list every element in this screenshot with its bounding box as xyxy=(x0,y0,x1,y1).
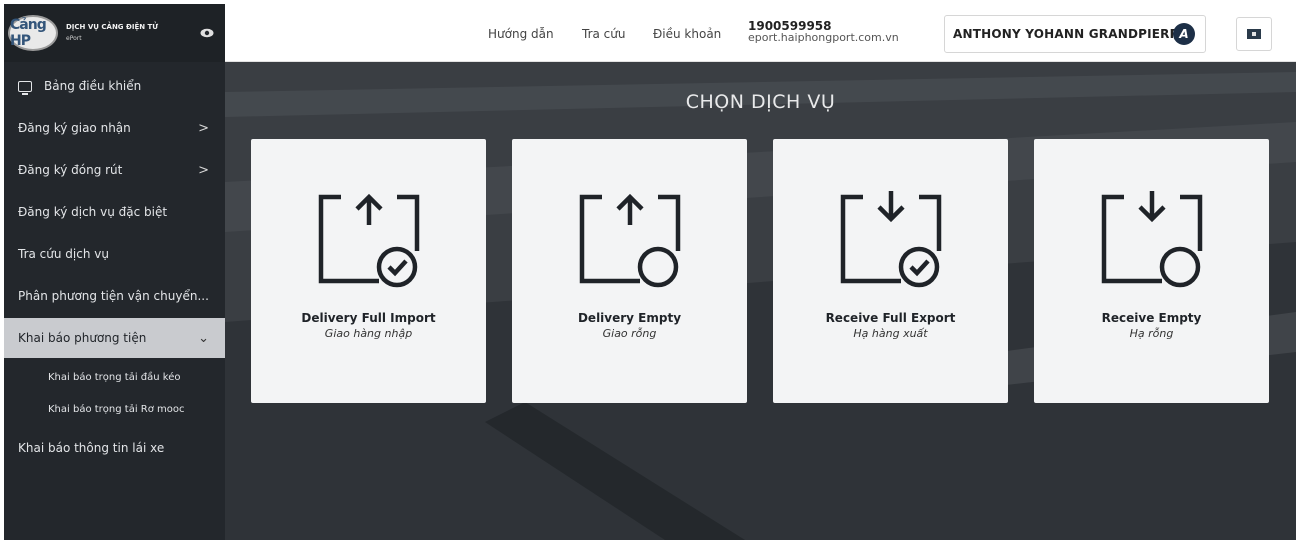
nav-link-terms[interactable]: Điều khoản xyxy=(653,27,721,41)
sidebar-item-label: Đăng ký dịch vụ đặc biệt xyxy=(18,205,168,219)
card-title: Delivery Full Import xyxy=(301,311,436,325)
sidebar-item-dashboard[interactable]: Bảng điều khiển xyxy=(4,66,225,106)
sidebar-item-label: Khai báo phương tiện xyxy=(18,331,147,345)
box-arrow-down-circle-icon xyxy=(1101,191,1203,288)
sidebar-item-vehicle-declaration[interactable]: Khai báo phương tiện ⌄ xyxy=(4,318,225,358)
brand-subtitle: ePort xyxy=(66,35,82,42)
hotline: 1900599958 eport.haiphongport.com.vn xyxy=(748,20,899,44)
box-arrow-up-circle-icon xyxy=(579,193,681,288)
brand-text: DỊCH VỤ CẢNG ĐIỆN TỬ ePort xyxy=(66,22,158,44)
main-content: CHỌN DỊCH VỤ Delivery Full Import Giao h… xyxy=(225,62,1296,540)
sidebar: Cảng HP DỊCH VỤ CẢNG ĐIỆN TỬ ePort Bảng … xyxy=(4,4,225,540)
sidebar-item-register-delivery[interactable]: Đăng ký giao nhận > xyxy=(4,108,225,148)
card-title: Delivery Empty xyxy=(577,311,682,325)
card-subtitle: Hạ rỗng xyxy=(1129,327,1174,340)
sidebar-item-label: Tra cứu dịch vụ xyxy=(18,247,109,261)
sidebar-item-label: Phân phương tiện vận chuyển... xyxy=(18,289,209,303)
logo-text: Cảng HP xyxy=(10,17,47,49)
user-name: ANTHONY YOHANN GRANDPIERRE xyxy=(953,27,1188,41)
brand-title: DỊCH VỤ CẢNG ĐIỆN TỬ xyxy=(66,23,159,31)
card-subtitle: Hạ hàng xuất xyxy=(853,327,928,340)
card-subtitle: Giao hàng nhập xyxy=(324,327,413,340)
sidebar-item-label: Đăng ký giao nhận xyxy=(18,121,131,135)
chevron-down-icon: ⌄ xyxy=(198,330,209,346)
sidebar-subitem-tractor-load[interactable]: Khai báo trọng tải đầu kéo xyxy=(4,362,225,392)
brand-header: Cảng HP DỊCH VỤ CẢNG ĐIỆN TỬ ePort xyxy=(4,4,225,62)
sidebar-item-register-stuffing[interactable]: Đăng ký đóng rút > xyxy=(4,150,225,190)
page-title: CHỌN DỊCH VỤ xyxy=(685,91,836,113)
sidebar-subitem-label: Khai báo trọng tải đầu kéo xyxy=(48,371,181,383)
sidebar-item-special-service[interactable]: Đăng ký dịch vụ đặc biệt xyxy=(4,192,225,232)
chevron-right-icon: > xyxy=(198,120,209,136)
sidebar-item-label: Bảng điều khiển xyxy=(44,79,142,93)
card-title: Receive Full Export xyxy=(825,311,956,325)
sidebar-item-service-lookup[interactable]: Tra cứu dịch vụ xyxy=(4,234,225,274)
top-bar: Hướng dẫn Tra cứu Điều khoản 1900599958 … xyxy=(225,4,1296,62)
avatar: A xyxy=(1173,23,1195,45)
service-card-delivery-full-import[interactable]: Delivery Full Import Giao hàng nhập xyxy=(251,139,486,403)
service-card-receive-empty[interactable]: Receive Empty Hạ rỗng xyxy=(1034,139,1269,403)
nav-link-guide[interactable]: Hướng dẫn xyxy=(488,27,554,41)
box-arrow-up-check-icon xyxy=(318,193,420,288)
sidebar-item-vehicle-assignment[interactable]: Phân phương tiện vận chuyển... xyxy=(4,276,225,316)
sidebar-item-label: Đăng ký đóng rút xyxy=(18,163,123,177)
service-card-receive-full-export[interactable]: Receive Full Export Hạ hàng xuất xyxy=(773,139,1008,403)
flag-icon xyxy=(1247,29,1261,39)
app-window: Cảng HP DỊCH VỤ CẢNG ĐIỆN TỬ ePort Bảng … xyxy=(0,0,1300,540)
chevron-right-icon: > xyxy=(198,162,209,178)
eye-icon[interactable] xyxy=(200,28,214,38)
sidebar-subitem-label: Khai báo trọng tải Rơ mooc xyxy=(48,403,185,415)
logo[interactable]: Cảng HP xyxy=(8,15,58,51)
nav-link-lookup[interactable]: Tra cứu xyxy=(582,27,625,41)
card-title: Receive Empty xyxy=(1101,311,1202,325)
service-card-delivery-empty[interactable]: Delivery Empty Giao rỗng xyxy=(512,139,747,403)
user-menu-button[interactable]: ANTHONY YOHANN GRANDPIERRE A xyxy=(944,15,1206,53)
sidebar-item-label: Khai báo thông tin lái xe xyxy=(18,441,165,455)
box-arrow-down-check-icon xyxy=(840,191,942,288)
sidebar-item-driver-info[interactable]: Khai báo thông tin lái xe xyxy=(4,428,225,468)
monitor-icon xyxy=(18,80,32,95)
hotline-website[interactable]: eport.haiphongport.com.vn xyxy=(748,32,899,44)
card-subtitle: Giao rỗng xyxy=(602,327,657,340)
language-button[interactable] xyxy=(1236,17,1272,51)
sidebar-subitem-trailer-load[interactable]: Khai báo trọng tải Rơ mooc xyxy=(4,394,225,424)
